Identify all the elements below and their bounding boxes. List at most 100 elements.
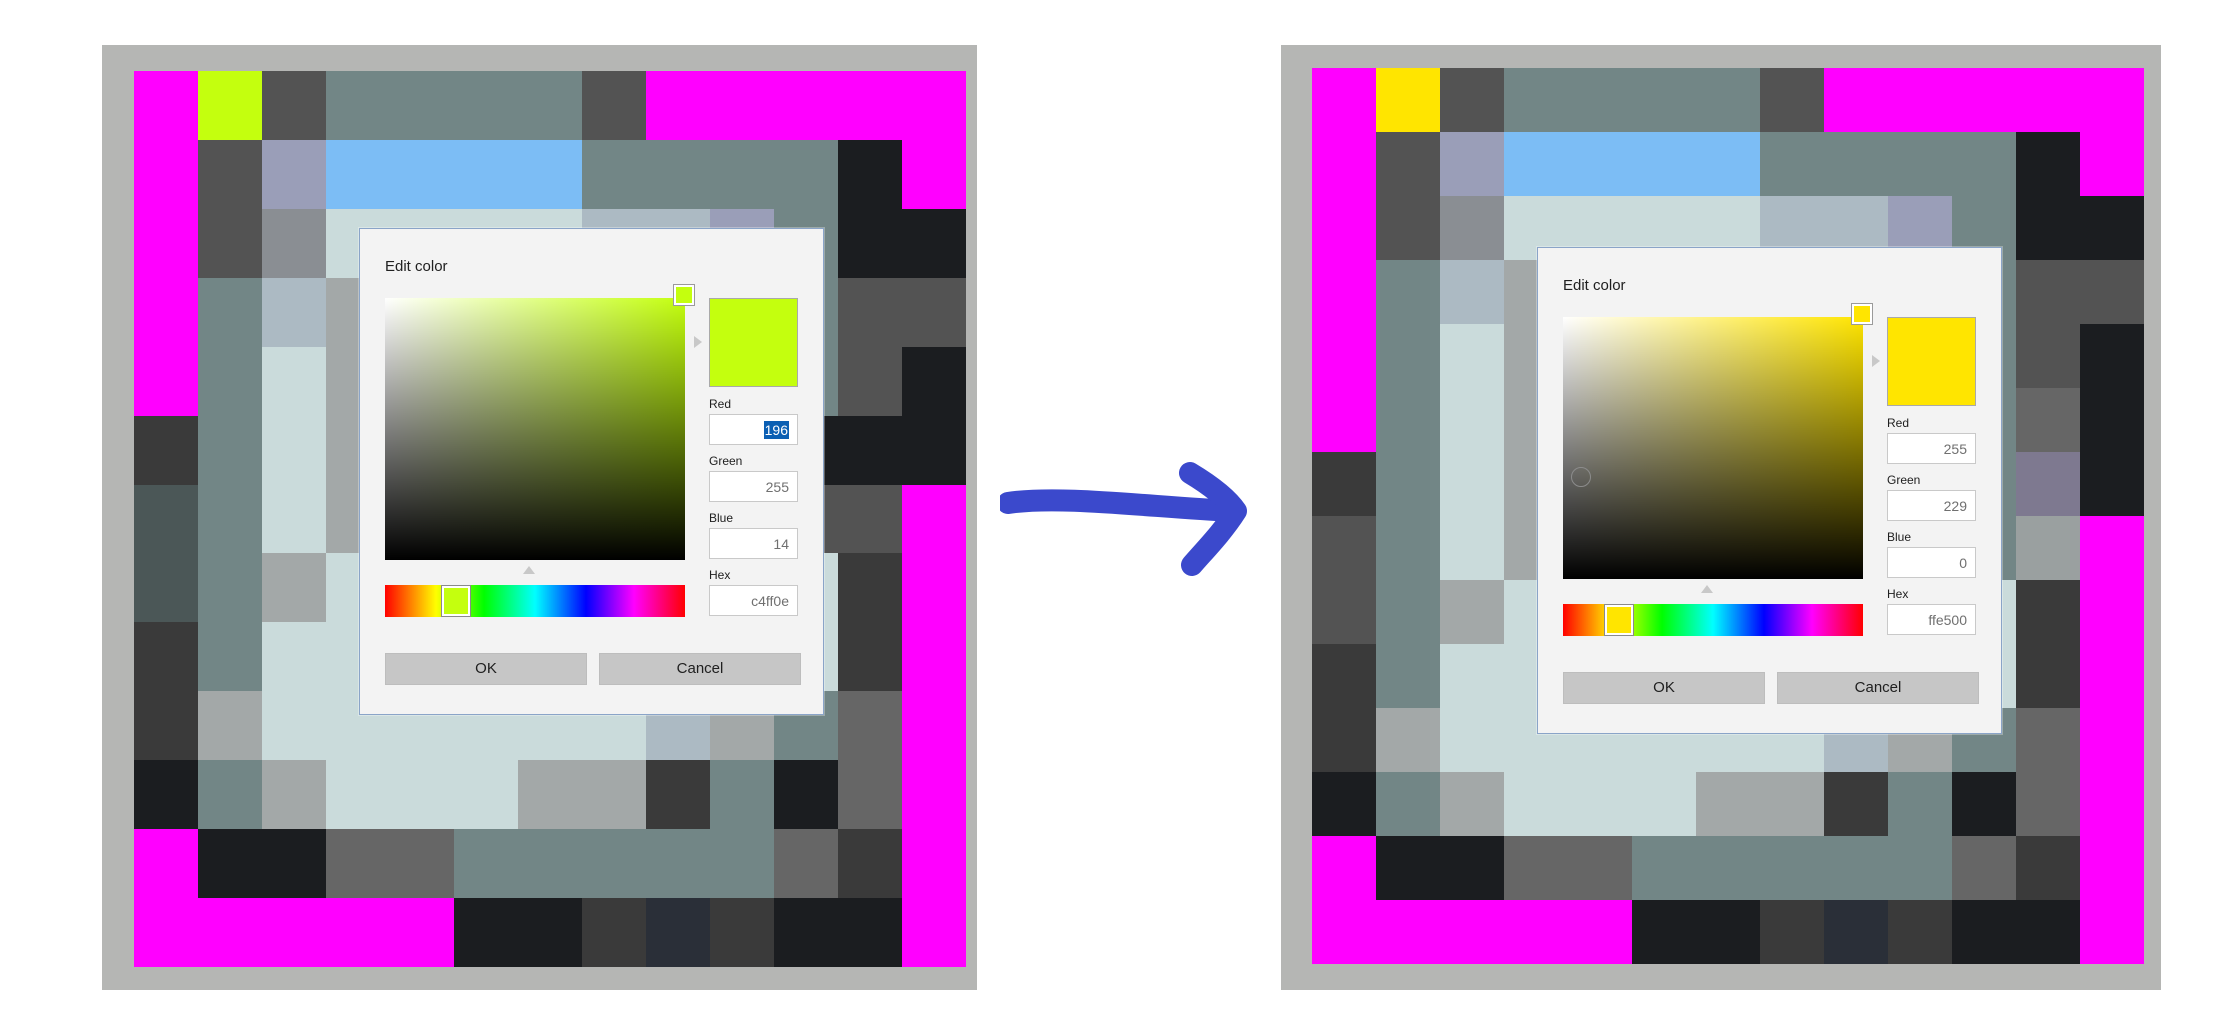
- pixel-cell: [710, 898, 774, 967]
- pixel-cell: [1632, 900, 1696, 964]
- pixel-cell: [1376, 516, 1440, 580]
- pixel-cell: [1376, 196, 1440, 260]
- ok-button[interactable]: OK: [1563, 672, 1765, 704]
- pixel-cell: [1760, 836, 1824, 900]
- pixel-cell: [1504, 68, 1568, 132]
- right-arrow-icon: [1000, 462, 1247, 576]
- triangle-pointer-icon: [1701, 585, 1713, 593]
- cancel-button[interactable]: Cancel: [599, 653, 801, 685]
- hue-slider[interactable]: [385, 585, 685, 617]
- red-input[interactable]: 255: [1887, 433, 1976, 464]
- pixel-cell: [518, 760, 582, 830]
- pixel-cell: [1696, 132, 1760, 196]
- pixel-cell: [838, 346, 902, 416]
- pixel-cell: [838, 898, 902, 967]
- pixel-cell: [198, 829, 262, 899]
- pixel-cell: [198, 898, 262, 967]
- pixel-cell: [902, 484, 966, 554]
- green-input[interactable]: 229: [1887, 490, 1976, 521]
- pixel-cell: [2080, 836, 2144, 900]
- pixel-cell: [2080, 260, 2144, 324]
- pixel-cell: [454, 71, 518, 140]
- pixel-cell: [2080, 68, 2144, 132]
- pixel-cell: [2080, 580, 2144, 644]
- blue-input[interactable]: 14: [709, 528, 798, 559]
- pixel-cell: [1312, 260, 1376, 324]
- pixel-cell: [2016, 68, 2080, 132]
- pixel-cell: [198, 346, 262, 416]
- pixel-cell: [1824, 836, 1888, 900]
- pixel-cell: [1440, 772, 1504, 836]
- pixel-cell: [2016, 388, 2080, 452]
- hue-slider[interactable]: [1563, 604, 1863, 636]
- pixel-cell: [902, 277, 966, 347]
- pixel-cell: [1504, 132, 1568, 196]
- hue-slider-handle[interactable]: [1604, 604, 1634, 636]
- saturation-value-handle[interactable]: [673, 284, 695, 306]
- pixel-cell: [838, 553, 902, 623]
- cancel-button[interactable]: Cancel: [1777, 672, 1979, 704]
- pixel-cell: [582, 898, 646, 967]
- pixel-cell: [902, 346, 966, 416]
- saturation-value-picker[interactable]: [385, 284, 695, 560]
- pixel-cell: [390, 71, 454, 140]
- pixel-cell: [1376, 644, 1440, 708]
- triangle-pointer-icon: [694, 336, 702, 348]
- pixel-cell: [902, 415, 966, 485]
- pixel-cell: [198, 553, 262, 623]
- pixel-cell: [710, 829, 774, 899]
- pixel-cell: [134, 484, 198, 554]
- pixel-cell: [1568, 900, 1632, 964]
- hex-input[interactable]: ffe500: [1887, 604, 1976, 635]
- pixel-cell: [1376, 772, 1440, 836]
- pixel-cell: [838, 760, 902, 830]
- pixel-cell: [902, 760, 966, 830]
- pixel-cell: [1632, 772, 1696, 836]
- pixel-cell: [198, 139, 262, 209]
- pixel-cell: [326, 139, 390, 209]
- pixel-cell: [2016, 900, 2080, 964]
- pixel-cell: [1696, 900, 1760, 964]
- pixel-cell: [2080, 452, 2144, 516]
- pixel-cell: [838, 484, 902, 554]
- pixel-cell: [134, 760, 198, 830]
- pixel-cell: [902, 553, 966, 623]
- red-input[interactable]: 196: [709, 414, 798, 445]
- pixel-cell: [1440, 260, 1504, 324]
- pixel-cell: [902, 829, 966, 899]
- saturation-value-picker[interactable]: [1563, 303, 1873, 579]
- pixel-cell: [1440, 516, 1504, 580]
- dialog-title: Edit color: [1563, 277, 1626, 294]
- pixel-cell: [390, 760, 454, 830]
- pixel-cell: [902, 898, 966, 967]
- pixel-cell: [646, 898, 710, 967]
- pixel-cell: [1312, 580, 1376, 644]
- pixel-cell: [1376, 388, 1440, 452]
- ok-button[interactable]: OK: [385, 653, 587, 685]
- pixel-cell: [2080, 708, 2144, 772]
- pixel-cell: [838, 691, 902, 761]
- pixel-cell: [646, 71, 710, 140]
- hue-slider-handle[interactable]: [441, 585, 471, 617]
- green-input[interactable]: 255: [709, 471, 798, 502]
- blue-input[interactable]: 0: [1887, 547, 1976, 578]
- green-label: Green: [709, 454, 743, 468]
- pixel-cell: [2080, 132, 2144, 196]
- pixel-cell: [198, 622, 262, 692]
- pixel-cell: [902, 691, 966, 761]
- pixel-cell: [134, 139, 198, 209]
- pixel-cell: [1312, 196, 1376, 260]
- pixel-cell: [454, 898, 518, 967]
- pixel-cell: [198, 691, 262, 761]
- blue-label: Blue: [1887, 530, 1912, 544]
- pixel-cell: [646, 760, 710, 830]
- saturation-value-handle[interactable]: [1851, 303, 1873, 325]
- pixel-cell: [1696, 68, 1760, 132]
- pixel-cell: [134, 553, 198, 623]
- pixel-cell: [1760, 132, 1824, 196]
- pixel-cell: [1376, 260, 1440, 324]
- pixel-cell: [1824, 772, 1888, 836]
- hex-input[interactable]: c4ff0e: [709, 585, 798, 616]
- pixel-cell: [1312, 68, 1376, 132]
- pixel-cell: [1888, 132, 1952, 196]
